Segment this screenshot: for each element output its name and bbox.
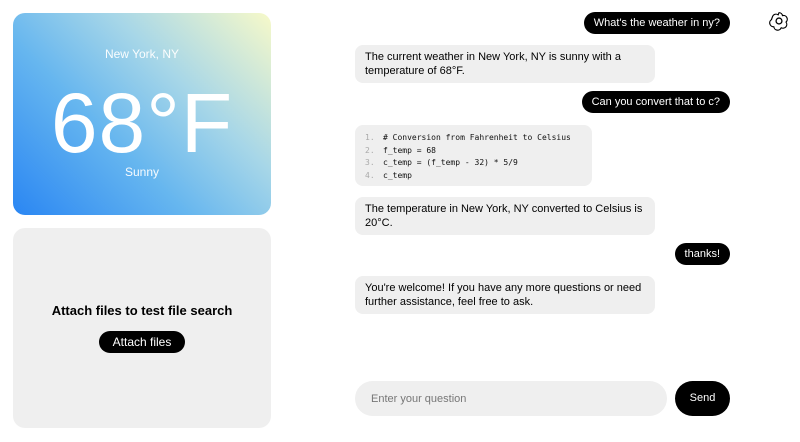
code-block: 1. # Conversion from Fahrenheit to Celsiu… [355, 125, 592, 186]
chat-thread: What's the weather in ny? The current we… [0, 0, 800, 442]
user-message: What's the weather in ny? [583, 12, 730, 34]
send-button[interactable]: Send [675, 381, 730, 416]
line-number: 3. [365, 158, 375, 167]
openai-logo-icon [769, 12, 788, 31]
user-message: thanks! [674, 243, 730, 265]
assistant-message: The current weather in New York, NY is s… [355, 45, 655, 83]
code-line: 3. c_temp = (f_temp - 32) * 5/9 [365, 157, 582, 170]
assistant-message: The temperature in New York, NY converte… [355, 197, 655, 235]
code-line: 1. # Conversion from Fahrenheit to Celsiu… [365, 132, 582, 145]
line-number: 4. [365, 170, 375, 180]
code-text: f_temp = 68 [383, 145, 436, 155]
code-text: c_temp [383, 170, 412, 180]
question-input[interactable] [355, 381, 667, 416]
assistant-message: You're welcome! If you have any more que… [355, 276, 655, 314]
user-message: Can you convert that to c? [581, 91, 730, 113]
code-line: 2. f_temp = 68 [365, 145, 582, 158]
code-text: # Conversion from Fahrenheit to Celsius [383, 133, 571, 142]
line-number: 2. [365, 145, 375, 155]
code-text: c_temp = (f_temp - 32) * 5/9 [383, 158, 518, 167]
code-line: 4. c_temp [365, 170, 582, 183]
line-number: 1. [365, 133, 375, 142]
